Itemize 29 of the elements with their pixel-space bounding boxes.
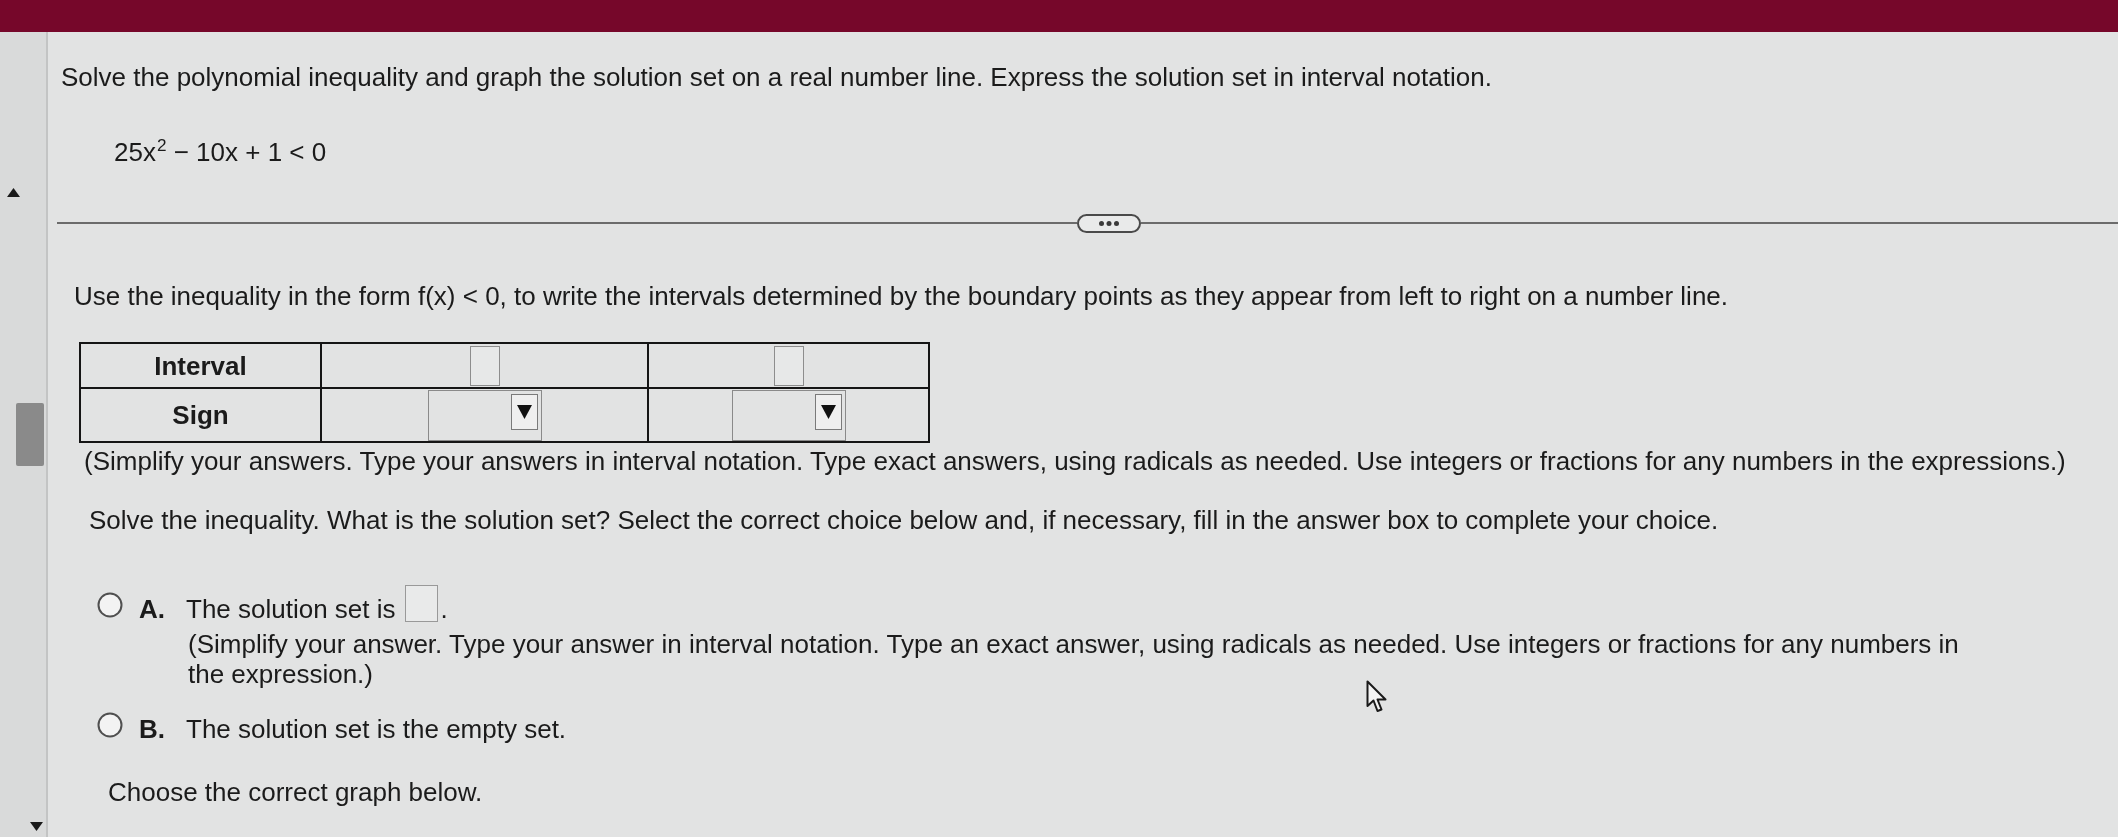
row-header: Interval: [80, 343, 321, 388]
sign-dropdown[interactable]: [427, 389, 542, 441]
caret-icon: [510, 393, 538, 430]
prompt-text: Choose the correct graph below.: [108, 777, 483, 807]
prompt-text: Use the inequality in the form f(x) < 0, to write the intervals determined by the boundary points as they appear from left to right on a number line.: [74, 281, 1729, 311]
scrollbar-thumb[interactable]: [16, 403, 44, 466]
note-text: (Simplify your answer. Type your answer in interval notation. Type an exact answer, using radicals as needed. Use integers or fractions for any numbers in the expression.): [188, 629, 1960, 689]
instruction-text: Solve the polynomial inequality and graph the solution set on a real number line. Express the solution set in interval notation.: [61, 62, 1492, 92]
choice-letter: B.: [139, 714, 166, 744]
radio-button[interactable]: [97, 712, 123, 738]
answer-box[interactable]: [773, 345, 804, 386]
mouse-pointer-icon: [1366, 680, 1387, 713]
caret-icon: [814, 393, 842, 430]
inequality-expression: 25x$^{2}$ − 10x + 1 < 0: [114, 137, 327, 167]
ellipsis-icon: [1099, 220, 1119, 226]
answer-box[interactable]: [469, 345, 500, 386]
radio-button[interactable]: [97, 592, 123, 618]
answer-box[interactable]: [404, 585, 438, 622]
up-triangle-icon[interactable]: [7, 188, 20, 197]
choice-letter: A.: [139, 594, 166, 624]
choice-text: The solution set is: [186, 594, 396, 624]
choice-text: The solution set is the empty set.: [186, 714, 567, 744]
more-button[interactable]: [1077, 213, 1141, 233]
choice-text: .: [440, 594, 448, 624]
prompt-text: Solve the inequality. What is the solution set? Select the correct choice below and, if necessary, fill in the answer box to complete your choice.: [89, 505, 1719, 535]
row-header: Sign: [80, 388, 321, 442]
note-text: (Simplify your answers. Type your answers in interval notation. Type exact answers, using radicals as needed. Use integers or fractions for any numbers in the expressions.): [84, 446, 2066, 476]
down-triangle-icon[interactable]: [30, 822, 43, 831]
sign-dropdown[interactable]: [731, 389, 846, 441]
